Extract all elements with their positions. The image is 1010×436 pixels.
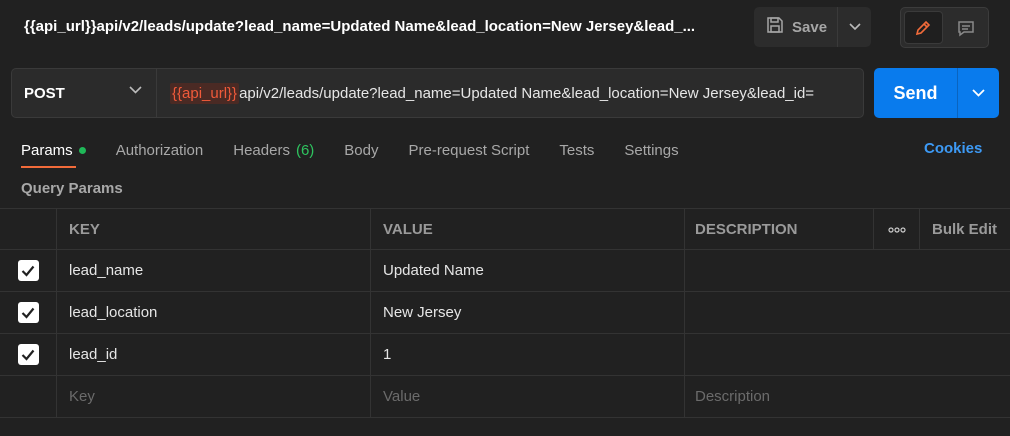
pencil-icon	[916, 20, 931, 35]
url-variable[interactable]: {{api_url}}	[170, 82, 240, 104]
column-header-key: KEY	[57, 209, 371, 250]
param-key-input[interactable]: lead_name	[57, 250, 371, 291]
tab-headers[interactable]: Headers (6)	[233, 138, 314, 162]
tab-label: Headers	[233, 141, 290, 159]
column-header-description: DESCRIPTION	[685, 209, 874, 250]
tab-authorization[interactable]: Authorization	[116, 138, 204, 162]
tab-tests[interactable]: Tests	[559, 138, 594, 162]
row-check-cell	[0, 250, 57, 291]
param-value-input[interactable]: Updated Name	[371, 250, 685, 291]
header-check-cell	[0, 209, 57, 250]
table-row-new: Key Value Description	[0, 376, 1010, 418]
bulk-edit-button[interactable]: Bulk Edit	[920, 209, 1010, 250]
cookies-link[interactable]: Cookies	[924, 140, 982, 157]
tab-settings[interactable]: Settings	[624, 138, 678, 162]
param-description-input[interactable]	[685, 334, 1010, 375]
more-horizontal-icon	[887, 226, 906, 233]
comments-button[interactable]	[947, 11, 985, 44]
column-options-button[interactable]	[874, 209, 920, 250]
chevron-down-icon	[129, 86, 142, 94]
edit-mode-button[interactable]	[904, 11, 943, 44]
save-button[interactable]: Save	[754, 7, 838, 47]
tab-body[interactable]: Body	[344, 138, 378, 162]
tab-params[interactable]: Params	[21, 138, 86, 168]
tab-label: Params	[21, 141, 73, 159]
save-options-button[interactable]	[838, 7, 871, 47]
status-dot	[78, 146, 86, 154]
method-select[interactable]: POST	[11, 68, 156, 118]
table-row: lead_id 1	[0, 334, 1010, 376]
tab-label: Settings	[624, 141, 679, 159]
tab-label: Body	[344, 141, 379, 159]
checkmark-icon	[21, 349, 35, 361]
param-description-input[interactable]	[685, 292, 1010, 333]
tab-label: Pre-request Script	[408, 141, 530, 159]
send-options-button[interactable]	[958, 68, 999, 118]
save-icon	[766, 16, 784, 38]
params-table: KEY VALUE DESCRIPTION Bulk Edit lead_nam…	[0, 208, 1010, 418]
chevron-down-icon	[972, 89, 985, 97]
param-value-input[interactable]: 1	[371, 334, 685, 375]
url-input[interactable]: {{api_url}} api/v2/leads/update?lead_name…	[156, 68, 864, 118]
tab-label: Tests	[559, 141, 595, 159]
tab-pre-request-script[interactable]: Pre-request Script	[409, 138, 530, 162]
url-text: api/v2/leads/update?lead_name=Updated Na…	[239, 84, 815, 102]
checkmark-icon	[21, 265, 35, 277]
new-value-input[interactable]: Value	[371, 376, 685, 417]
param-key-input[interactable]: lead_id	[57, 334, 371, 375]
comment-icon	[958, 20, 974, 36]
send-button[interactable]: Send	[874, 68, 958, 118]
headers-count: (6)	[295, 141, 315, 159]
param-description-input[interactable]	[685, 250, 1010, 291]
request-header: {{api_url}}api/v2/leads/update?lead_name…	[0, 0, 1010, 56]
tab-label: Authorization	[115, 141, 204, 159]
new-description-input[interactable]: Description	[685, 376, 1010, 417]
row-check-cell	[0, 292, 57, 333]
send-button-group: Send	[874, 68, 999, 118]
param-value-input[interactable]: New Jersey	[371, 292, 685, 333]
table-row: lead_location New Jersey	[0, 292, 1010, 334]
view-toggle	[900, 7, 989, 48]
param-checkbox[interactable]	[17, 302, 39, 323]
request-title[interactable]: {{api_url}}api/v2/leads/update?lead_name…	[24, 18, 724, 35]
column-header-value: VALUE	[371, 209, 685, 250]
row-check-cell	[0, 334, 57, 375]
chevron-down-icon	[848, 23, 861, 31]
query-params-title: Query Params	[21, 180, 123, 197]
save-button-group: Save	[754, 7, 871, 47]
table-row: lead_name Updated Name	[0, 250, 1010, 292]
checkmark-icon	[21, 307, 35, 319]
method-label: POST	[24, 84, 65, 102]
table-header-row: KEY VALUE DESCRIPTION Bulk Edit	[0, 208, 1010, 250]
param-key-input[interactable]: lead_location	[57, 292, 371, 333]
new-key-input[interactable]: Key	[57, 376, 371, 417]
param-checkbox[interactable]	[17, 260, 39, 281]
save-label: Save	[792, 18, 828, 36]
param-checkbox[interactable]	[17, 344, 39, 365]
row-check-cell	[0, 376, 57, 417]
request-tabs: Params Authorization Headers (6) Body Pr…	[21, 138, 709, 168]
